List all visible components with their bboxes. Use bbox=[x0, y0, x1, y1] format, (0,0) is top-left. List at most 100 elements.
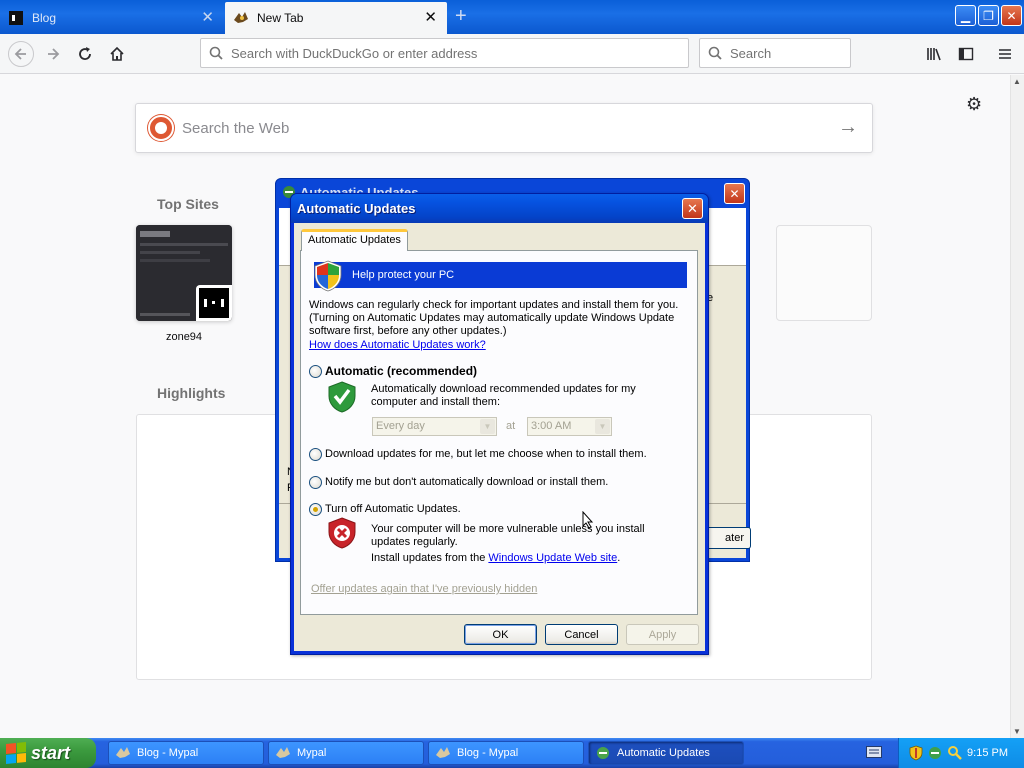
home-icon[interactable] bbox=[106, 43, 128, 65]
day-select-value: Every day bbox=[376, 420, 425, 432]
turn-off-description: Your computer will be more vulnerable un… bbox=[371, 523, 645, 535]
taskbar-item-label: Mypal bbox=[297, 747, 327, 759]
menu-icon[interactable] bbox=[994, 43, 1016, 65]
new-tab-plus-icon[interactable]: + bbox=[455, 6, 467, 26]
windows-update-tray-icon[interactable] bbox=[927, 745, 943, 764]
intro-text-line: (Turning on Automatic Updates may automa… bbox=[309, 312, 675, 324]
banner-text: Help protect your PC bbox=[352, 269, 455, 281]
search-tray-icon[interactable] bbox=[947, 745, 963, 764]
search-icon bbox=[209, 46, 223, 60]
search-box-placeholder: Search bbox=[730, 45, 772, 61]
intro-text-line: software first, before any other updates… bbox=[309, 325, 507, 337]
security-shield-icon[interactable] bbox=[909, 745, 923, 764]
clock: 9:15 PM bbox=[967, 747, 1008, 759]
automatic-radio[interactable] bbox=[309, 365, 322, 378]
forward-arrow-icon[interactable] bbox=[42, 43, 64, 65]
tab-blog[interactable]: Blog ✕ bbox=[0, 2, 224, 34]
turn-off-description: updates regularly. bbox=[371, 536, 458, 548]
tab-title: New Tab bbox=[257, 11, 304, 25]
taskbar-item-active[interactable]: Automatic Updates bbox=[588, 741, 744, 765]
back-arrow-icon[interactable] bbox=[8, 41, 34, 67]
mouse-cursor-icon bbox=[582, 510, 594, 532]
start-button[interactable]: start bbox=[0, 738, 96, 768]
install-updates-line: Install updates from the Windows Update … bbox=[371, 552, 620, 565]
windows-logo-icon bbox=[6, 741, 26, 765]
scroll-up-icon[interactable]: ▲ bbox=[1013, 77, 1021, 86]
top-site-label: zone94 bbox=[165, 331, 203, 343]
time-select[interactable]: 3:00 AM ▼ bbox=[527, 417, 612, 436]
gear-icon[interactable]: ⚙ bbox=[966, 94, 982, 115]
address-bar[interactable]: Search with DuckDuckGo or enter address bbox=[200, 38, 689, 68]
library-icon[interactable] bbox=[923, 43, 945, 65]
automatic-description: Automatically download recommended updat… bbox=[371, 383, 636, 395]
windows-update-web-site-link[interactable]: Windows Update Web site bbox=[488, 552, 617, 564]
how-does-it-work-link[interactable]: How does Automatic Updates work? bbox=[309, 339, 486, 352]
highlights-title: Highlights bbox=[157, 385, 226, 401]
tray-icons bbox=[909, 745, 963, 764]
minimize-button[interactable]: ▁ bbox=[955, 5, 976, 26]
blog-favicon-icon bbox=[8, 10, 24, 26]
page-scrollbar[interactable]: ▲ ▼ bbox=[1010, 75, 1024, 738]
mypal-app-icon bbox=[435, 745, 451, 761]
turn-off-radio[interactable] bbox=[309, 503, 322, 516]
offer-hidden-updates-link[interactable]: Offer updates again that I've previously… bbox=[311, 583, 537, 596]
taskbar-item-label: Blog - Mypal bbox=[137, 747, 199, 759]
tab-automatic-updates[interactable]: Automatic Updates bbox=[301, 229, 408, 251]
tab-panel: Help protect your PC Windows can regular… bbox=[300, 250, 698, 615]
web-search-box[interactable]: Search the Web → bbox=[135, 103, 873, 153]
download-radio[interactable] bbox=[309, 448, 322, 461]
taskbar-item[interactable]: Blog - Mypal bbox=[428, 741, 584, 765]
time-select-value: 3:00 AM bbox=[531, 420, 572, 432]
taskbar-item[interactable]: Mypal bbox=[268, 741, 424, 765]
automatic-updates-dialog: Automatic Updates ✕ Automatic Updates He… bbox=[290, 193, 709, 655]
turn-off-option-label[interactable]: Turn off Automatic Updates. bbox=[325, 503, 461, 516]
install-updates-prefix: Install updates from the bbox=[371, 552, 489, 564]
start-label: start bbox=[31, 742, 71, 763]
automatic-option-label[interactable]: Automatic (recommended) bbox=[325, 365, 477, 378]
close-window-button[interactable]: ✕ bbox=[1001, 5, 1022, 26]
apply-button[interactable]: Apply bbox=[626, 624, 699, 645]
cancel-button[interactable]: Cancel bbox=[545, 624, 618, 645]
site-badge-icon bbox=[196, 285, 232, 321]
background-window-close-button[interactable]: ✕ bbox=[724, 183, 745, 204]
tab-new-tab[interactable]: New Tab ✕ bbox=[225, 2, 447, 34]
dialog-body: Automatic Updates Help protect your PC W… bbox=[294, 223, 705, 651]
help-protect-banner: Help protect your PC bbox=[314, 262, 687, 288]
empty-top-site-slot bbox=[776, 225, 872, 321]
search-icon bbox=[708, 46, 722, 60]
top-sites-title: Top Sites bbox=[157, 196, 219, 212]
tab-title: Blog bbox=[32, 11, 57, 25]
web-search-placeholder: Search the Web bbox=[182, 119, 290, 137]
tab-strip: Blog ✕ New Tab ✕ + ▁ ❐ ✕ bbox=[0, 0, 1024, 34]
keyboard-icon[interactable] bbox=[866, 746, 882, 761]
mypal-app-icon bbox=[275, 745, 291, 761]
taskbar-item-label: Blog - Mypal bbox=[457, 747, 519, 759]
search-box[interactable]: Search bbox=[699, 38, 851, 68]
mypal-app-icon bbox=[115, 745, 131, 761]
duckduckgo-icon bbox=[148, 115, 174, 141]
scroll-down-icon[interactable]: ▼ bbox=[1013, 727, 1021, 736]
download-option-label[interactable]: Download updates for me, but let me choo… bbox=[325, 448, 647, 461]
windows-security-shield-icon bbox=[313, 260, 343, 295]
reload-icon[interactable] bbox=[74, 43, 96, 65]
ok-button[interactable]: OK bbox=[464, 624, 537, 645]
sidebar-icon[interactable] bbox=[955, 43, 977, 65]
taskbar-item[interactable]: Blog - Mypal bbox=[108, 741, 264, 765]
chevron-down-icon: ▼ bbox=[480, 419, 495, 434]
notify-option-label[interactable]: Notify me but don't automatically downlo… bbox=[325, 476, 608, 489]
dialog-close-button[interactable]: ✕ bbox=[682, 198, 703, 219]
restore-button[interactable]: ❐ bbox=[978, 5, 999, 26]
chevron-down-icon: ▼ bbox=[595, 419, 610, 434]
install-updates-suffix: . bbox=[617, 552, 621, 564]
top-site-tile-zone94[interactable] bbox=[136, 225, 232, 321]
close-tab-icon[interactable]: ✕ bbox=[424, 10, 437, 25]
search-submit-arrow-icon[interactable]: → bbox=[838, 116, 858, 139]
windows-update-icon bbox=[595, 745, 611, 761]
red-shield-x-icon bbox=[327, 517, 357, 552]
notify-radio[interactable] bbox=[309, 476, 322, 489]
green-shield-check-icon bbox=[327, 381, 357, 416]
close-tab-icon[interactable]: ✕ bbox=[201, 10, 214, 25]
day-select[interactable]: Every day ▼ bbox=[372, 417, 497, 436]
automatic-description: computer and install them: bbox=[371, 396, 501, 408]
dialog-titlebar[interactable]: Automatic Updates ✕ bbox=[291, 194, 708, 223]
